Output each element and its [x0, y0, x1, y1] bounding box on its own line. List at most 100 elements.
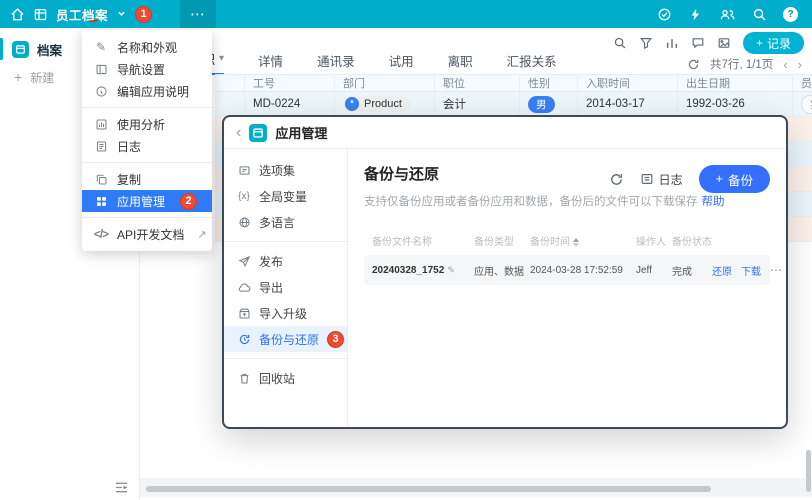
- col-backup-time[interactable]: 备份时间: [530, 233, 630, 248]
- menu-item-label: 复制: [117, 171, 141, 188]
- col-header-status[interactable]: 员工状态: [793, 75, 812, 91]
- modal-nav-global-vars[interactable]: {x} 全局变量: [224, 183, 347, 209]
- topbar-right-icons: ?: [657, 7, 812, 22]
- backup-name[interactable]: 20240328_1752: [372, 265, 444, 276]
- cell-status[interactable]: 实习: [793, 92, 812, 116]
- refresh-icon[interactable]: [687, 58, 700, 71]
- backup-row[interactable]: 20240328_1752 ✎ 应用、数据 2024-03-28 17:52:5…: [364, 255, 770, 285]
- add-record-button[interactable]: + 记录: [743, 32, 804, 54]
- menu-divider: [82, 107, 212, 108]
- gallery-icon[interactable]: [717, 36, 731, 50]
- horizontal-scrollbar[interactable]: [146, 486, 711, 492]
- refresh-icon[interactable]: [609, 172, 624, 187]
- modal-nav-option-sets[interactable]: 选项集: [224, 157, 347, 183]
- backup-table-header: 备份文件名称 备份类型 备份时间 操作人 备份状态: [364, 233, 770, 248]
- menu-item-navigation[interactable]: 导航设置: [82, 58, 212, 80]
- vertical-scrollbar[interactable]: [806, 450, 811, 492]
- tab-details[interactable]: 详情: [258, 51, 283, 75]
- row-count-label: 共7行, 1/1页: [710, 56, 773, 72]
- trash-icon: [237, 372, 251, 385]
- cell-gender[interactable]: 男: [520, 92, 578, 116]
- menu-item-label: 应用管理: [117, 193, 165, 210]
- chart-icon[interactable]: [665, 36, 679, 50]
- col-header-id[interactable]: 工号: [245, 75, 335, 91]
- menu-item-app-management[interactable]: 应用管理 2: [82, 190, 212, 212]
- app-window: 员工档案 1 ⋯ ?: [0, 0, 812, 500]
- app-options-menu: ✎ 名称和外观 导航设置 编辑应用说明 使用分析 日志: [82, 30, 212, 251]
- variable-icon: {x}: [237, 191, 251, 202]
- card-icon: [237, 164, 251, 177]
- automation-bolt-icon[interactable]: [688, 7, 703, 22]
- table-header-row: 工号 部门 职位 性别 入职时间 出生日期 员工状态: [215, 74, 812, 92]
- tab-reporting[interactable]: 汇报关系: [507, 51, 557, 75]
- plus-icon: +: [716, 172, 723, 186]
- filter-icon[interactable]: [639, 36, 653, 50]
- cell-position[interactable]: 会计: [435, 92, 520, 116]
- col-backup-time-label: 备份时间: [530, 237, 570, 248]
- menu-item-duplicate[interactable]: 复制: [82, 168, 212, 190]
- app-title[interactable]: 员工档案: [56, 5, 108, 24]
- modal-nav-languages[interactable]: 多语言: [224, 209, 347, 235]
- help-icon[interactable]: ?: [783, 7, 798, 22]
- help-link[interactable]: 帮助: [702, 196, 725, 208]
- home-icon[interactable]: [10, 7, 25, 22]
- search-icon[interactable]: [752, 7, 767, 22]
- pencil-icon: ✎: [94, 40, 108, 54]
- modal-nav-backup-restore[interactable]: 备份与还原 3: [224, 326, 347, 352]
- check-circle-icon[interactable]: [657, 7, 672, 22]
- modal-nav-recycle-bin[interactable]: 回收站: [224, 365, 347, 391]
- col-header-gender[interactable]: 性别: [520, 75, 578, 91]
- prev-page-icon[interactable]: ‹: [783, 57, 787, 72]
- col-header-hire-date[interactable]: 入职时间: [578, 75, 678, 91]
- restore-link[interactable]: 还原: [712, 263, 732, 278]
- collapse-sidebar-icon[interactable]: [114, 481, 129, 494]
- top-bar: 员工档案 1 ⋯ ?: [0, 0, 812, 28]
- modal-nav-label: 导出: [259, 279, 283, 296]
- modal-nav-export[interactable]: 导出: [224, 274, 347, 300]
- backup-time-cell: 2024-03-28 17:52:59: [530, 265, 630, 276]
- more-actions-icon[interactable]: ⋯: [770, 263, 782, 277]
- add-backup-button[interactable]: + 备份: [699, 165, 770, 193]
- tab-departed[interactable]: 离职: [448, 51, 473, 75]
- menu-item-label: 导航设置: [117, 61, 165, 78]
- backup-name-cell: 20240328_1752 ✎: [372, 265, 468, 276]
- members-icon[interactable]: [719, 7, 736, 22]
- back-icon[interactable]: ‹: [236, 125, 241, 141]
- tab-probation[interactable]: 试用: [389, 51, 414, 75]
- modal-nav-import-upgrade[interactable]: 导入升级: [224, 300, 347, 326]
- menu-item-name-appearance[interactable]: ✎ 名称和外观: [82, 36, 212, 58]
- description-text: 支持仅备份应用或者备份应用和数据，备份后的文件可以下载保存: [364, 196, 698, 208]
- tab-contacts[interactable]: 通讯录: [317, 51, 355, 75]
- modal-nav-publish[interactable]: 发布: [224, 248, 347, 274]
- backup-restore-panel: 备份与还原 支持仅备份应用或者备份应用和数据，备份后的文件可以下载保存帮助 日志: [348, 149, 786, 427]
- copy-icon: [94, 173, 108, 186]
- sort-icon[interactable]: [573, 238, 579, 247]
- modal-sidebar: 选项集 {x} 全局变量 多语言 发布: [224, 149, 348, 427]
- cell-id[interactable]: MD-0224: [245, 92, 335, 116]
- table-row[interactable]: MD-0224 * Product 会计 男 2014-03-17 1992-0…: [215, 92, 812, 117]
- plus-icon: +: [756, 36, 763, 50]
- more-options-button[interactable]: ⋯: [180, 0, 216, 28]
- chevron-down-icon[interactable]: [116, 8, 127, 19]
- menu-item-api-docs[interactable]: </> API开发文档 ↗: [82, 223, 212, 245]
- search-rows-icon[interactable]: [613, 36, 627, 50]
- new-label: 新建: [30, 69, 54, 86]
- modal-body: 选项集 {x} 全局变量 多语言 发布: [224, 149, 786, 427]
- menu-item-label: API开发文档: [117, 226, 184, 243]
- next-page-icon[interactable]: ›: [798, 57, 802, 72]
- globe-icon: [237, 216, 251, 229]
- cell-hire-date[interactable]: 2014-03-17: [578, 92, 678, 116]
- edit-pencil-icon[interactable]: ✎: [447, 265, 455, 276]
- cell-birth-date[interactable]: 1992-03-26: [678, 92, 793, 116]
- menu-item-edit-description[interactable]: 编辑应用说明: [82, 80, 212, 102]
- col-header-position[interactable]: 职位: [435, 75, 520, 91]
- download-link[interactable]: 下载: [741, 263, 761, 278]
- col-header-birth-date[interactable]: 出生日期: [678, 75, 793, 91]
- row-number-header: [215, 75, 245, 91]
- backup-log-button[interactable]: 日志: [640, 171, 683, 188]
- menu-item-analytics[interactable]: 使用分析: [82, 113, 212, 135]
- menu-item-logs[interactable]: 日志: [82, 135, 212, 157]
- col-header-dept[interactable]: 部门: [335, 75, 435, 91]
- cell-dept[interactable]: * Product: [335, 92, 435, 116]
- comment-icon[interactable]: [691, 36, 705, 50]
